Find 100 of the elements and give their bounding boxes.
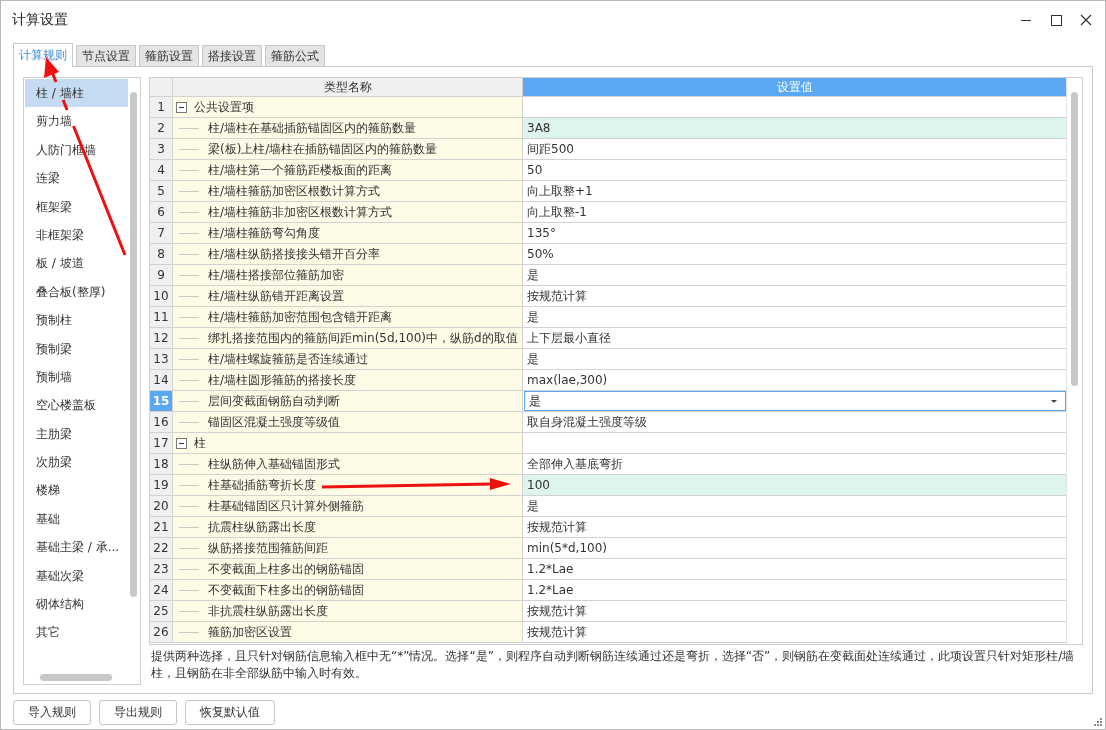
setting-value[interactable]: 向上取整-1 [523, 203, 587, 221]
tree-connector [179, 547, 199, 549]
tab[interactable]: 搭接设置 [202, 45, 262, 66]
category-item[interactable]: 预制梁 [25, 334, 128, 363]
setting-name: 柱/墙柱螺旋箍筋是否连续通过 [208, 350, 369, 368]
row-number: 4 [150, 160, 173, 181]
category-item[interactable]: 预制柱 [25, 306, 128, 335]
row-number: 21 [150, 517, 173, 538]
tree-connector [179, 505, 199, 507]
setting-value[interactable]: 1.2*Lae [523, 562, 574, 576]
group-name: 公共设置项 [194, 98, 254, 116]
action-button[interactable]: 导入规则 [13, 700, 91, 725]
row-number: 15 [150, 391, 173, 412]
setting-name: 抗震柱纵筋露出长度 [208, 518, 316, 536]
setting-value[interactable]: 是 [523, 350, 539, 368]
tree-connector [179, 148, 199, 150]
tree-connector [179, 568, 199, 570]
setting-name: 不变截面上柱多出的钢筋锚固 [208, 560, 364, 578]
tab[interactable]: 箍筋公式 [265, 45, 325, 66]
setting-value[interactable]: 间距500 [523, 140, 574, 158]
row-number: 7 [150, 223, 173, 244]
setting-value[interactable]: 按规范计算 [523, 518, 587, 536]
category-item[interactable]: 砌体结构 [25, 590, 128, 619]
category-item[interactable]: 预制墙 [25, 362, 128, 392]
scrollbar[interactable] [130, 92, 137, 597]
action-button[interactable]: 导出规则 [99, 700, 177, 725]
tree-connector [179, 631, 199, 633]
setting-value[interactable]: 50 [523, 163, 543, 177]
setting-name: 非抗震柱纵筋露出长度 [208, 602, 328, 620]
category-item[interactable]: 叠合板(整厚) [25, 277, 128, 307]
category-item[interactable]: 空心楼盖板 [25, 391, 128, 420]
setting-name: 柱/墙柱纵筋错开距离设置 [208, 287, 345, 305]
category-item[interactable]: 框架梁 [25, 192, 128, 221]
action-button[interactable]: 恢复默认值 [185, 700, 275, 725]
setting-value[interactable]: 取自身混凝土强度等级 [523, 413, 647, 431]
setting-name: 柱基础锚固区只计算外侧箍筋 [208, 497, 364, 515]
category-item[interactable]: 非框架梁 [25, 220, 128, 250]
tab[interactable]: 节点设置 [76, 45, 136, 66]
close-icon [1080, 14, 1092, 26]
category-item[interactable]: 板 / 坡道 [25, 249, 128, 278]
setting-name: 锚固区混凝土强度等级值 [208, 413, 340, 431]
category-item[interactable]: 次肋梁 [25, 448, 128, 477]
setting-value[interactable]: 是 [523, 308, 539, 326]
tab[interactable]: 箍筋设置 [139, 45, 199, 66]
row-number: 12 [150, 328, 173, 349]
row-number: 6 [150, 202, 173, 223]
setting-name: 柱/墙柱箍筋非加密区根数计算方式 [208, 203, 393, 221]
setting-value[interactable]: min(5*d,100) [523, 541, 607, 555]
row-number: 1 [150, 97, 173, 118]
category-item[interactable]: 柱 / 墙柱 [25, 79, 128, 108]
setting-value[interactable]: 100 [523, 478, 550, 492]
scrollbar[interactable] [40, 674, 112, 681]
scrollbar[interactable] [1071, 92, 1078, 386]
tree-connector [179, 337, 199, 339]
tree-connector [179, 421, 199, 423]
tree-connector [179, 484, 199, 486]
setting-value[interactable]: 全部伸入基底弯折 [523, 455, 623, 473]
tree-connector [179, 526, 199, 528]
tab[interactable]: 计算规则 [13, 43, 73, 67]
category-item[interactable]: 基础次梁 [25, 561, 128, 591]
row-number: 2 [150, 118, 173, 139]
setting-value[interactable]: 按规范计算 [523, 287, 587, 305]
row-number: 24 [150, 580, 173, 601]
setting-value[interactable]: 3A8 [523, 121, 551, 135]
setting-name: 柱/墙柱第一个箍筋距楼板面的距离 [208, 161, 393, 179]
setting-value[interactable]: 1.2*Lae [523, 583, 574, 597]
row-number: 19 [150, 475, 173, 496]
column-header[interactable]: 类型名称 [173, 78, 523, 97]
setting-value[interactable]: 是 [523, 497, 539, 515]
setting-value[interactable]: 按规范计算 [523, 623, 587, 641]
setting-value[interactable]: 50% [523, 247, 554, 261]
collapse-icon[interactable] [176, 437, 187, 449]
setting-value[interactable]: 是 [523, 266, 539, 284]
category-item[interactable]: 连梁 [25, 164, 128, 193]
row-number: 20 [150, 496, 173, 517]
setting-value[interactable]: max(lae,300) [523, 373, 608, 387]
category-item[interactable]: 楼梯 [25, 476, 128, 505]
setting-value[interactable]: 上下层最小直径 [523, 329, 611, 347]
category-item[interactable]: 基础主梁 / 承... [25, 533, 128, 562]
collapse-icon[interactable] [176, 101, 187, 113]
setting-name: 柱/墙柱搭接部位箍筋加密 [208, 266, 345, 284]
row-number: 16 [150, 412, 173, 433]
tree-connector [179, 610, 199, 612]
row-number: 17 [150, 433, 173, 454]
value-dropdown[interactable]: 是 [524, 391, 1066, 411]
category-item[interactable]: 主肋梁 [25, 419, 128, 449]
category-item[interactable]: 剪力墙 [25, 107, 128, 136]
setting-value[interactable]: 按规范计算 [523, 602, 587, 620]
setting-value[interactable]: 135° [523, 226, 556, 240]
resize-grip-icon[interactable] [1094, 718, 1102, 726]
tree-connector [179, 211, 199, 213]
category-item[interactable]: 基础 [25, 504, 128, 534]
row-number: 23 [150, 559, 173, 580]
row-number: 5 [150, 181, 173, 202]
setting-name: 层间变截面钢筋自动判断 [208, 392, 340, 410]
row-number: 3 [150, 139, 173, 160]
setting-value[interactable]: 向上取整+1 [523, 182, 593, 200]
tree-connector [179, 463, 199, 465]
setting-name: 柱纵筋伸入基础锚固形式 [208, 455, 340, 473]
category-item[interactable]: 其它 [25, 618, 128, 647]
